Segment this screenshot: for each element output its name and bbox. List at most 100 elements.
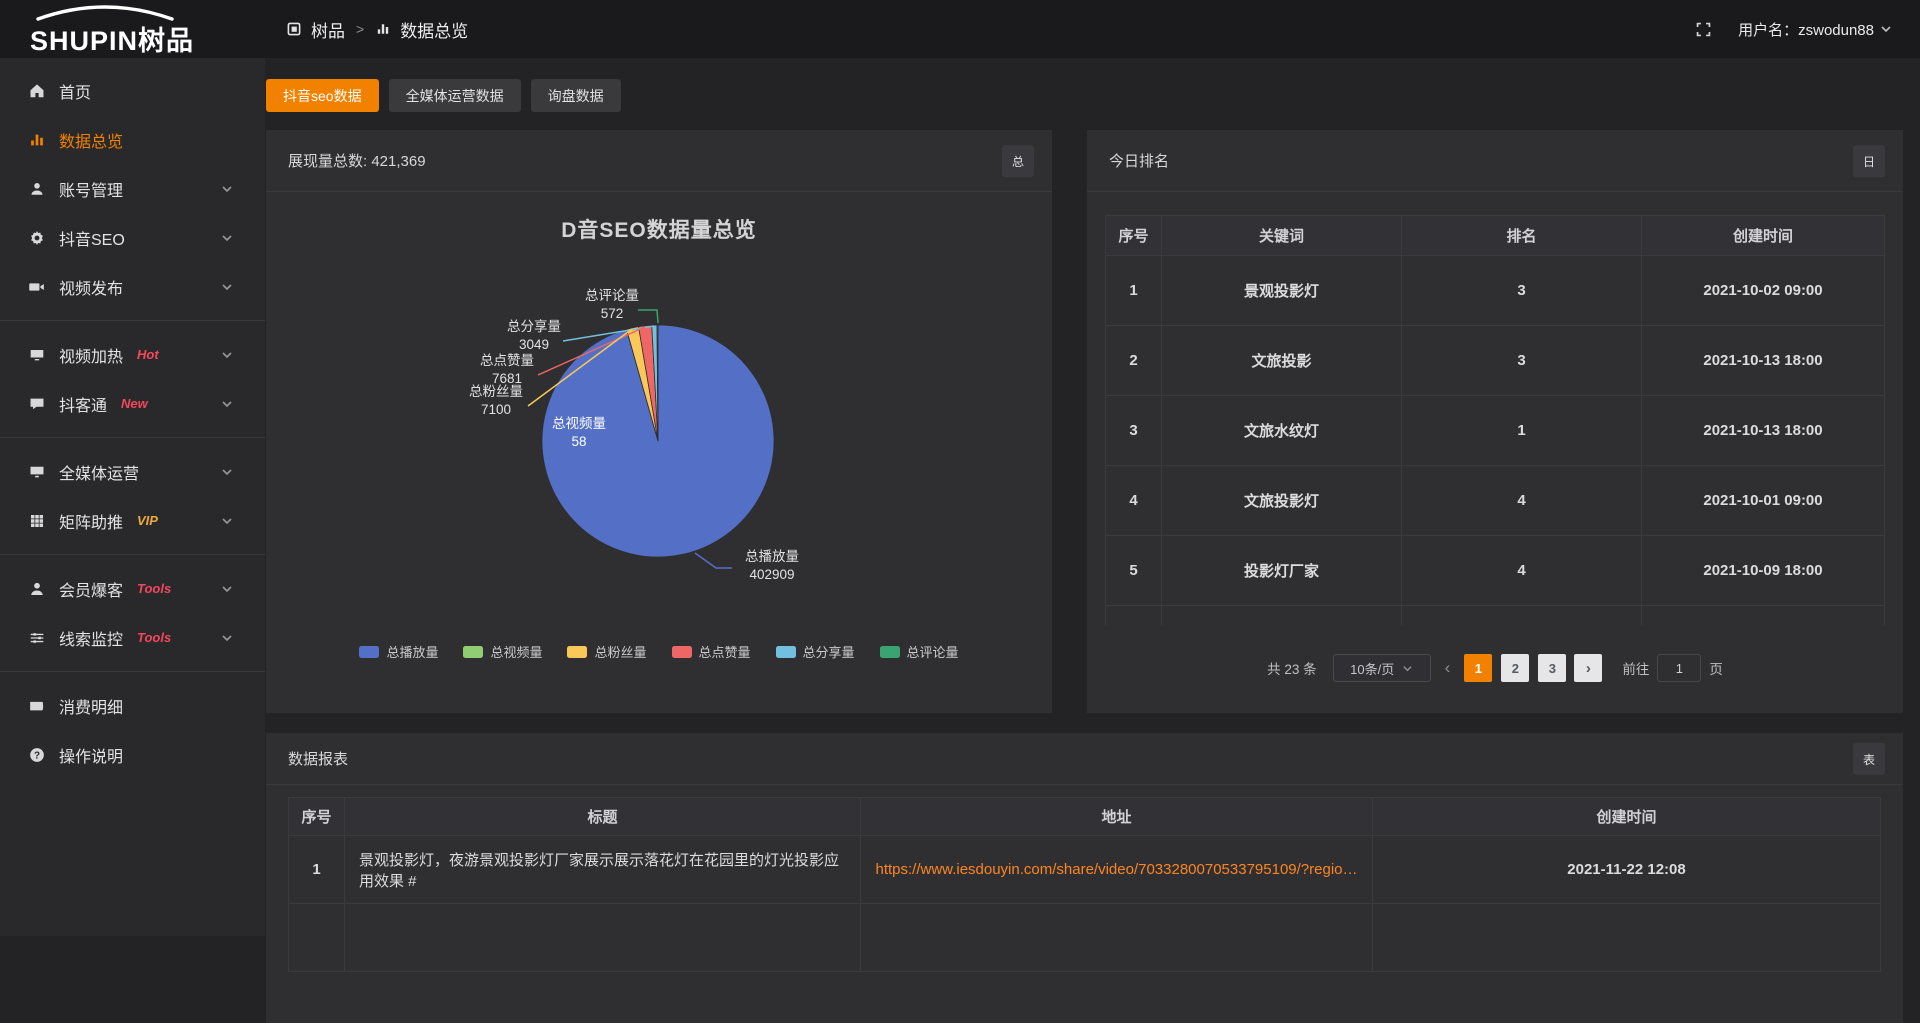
page-button-2[interactable]: 2 [1501, 654, 1529, 682]
sidebar-item-wallet[interactable]: 消费明细 [0, 681, 265, 730]
data-source-tabs: 抖音seo数据全媒体运营数据询盘数据 [266, 79, 621, 112]
sidebar-item-help[interactable]: ?操作说明 [0, 730, 265, 779]
table-cell: 投影灯厂家 [1162, 536, 1402, 606]
ranking-panel-title: 今日排名 [1109, 150, 1169, 171]
pagination: 共 23 条 10条/页 ‹ 123 › 前往 页 [1087, 654, 1903, 682]
legend-item[interactable]: 总评论量 [880, 642, 959, 661]
chevron-down-icon [1402, 663, 1413, 674]
legend-label: 总分享量 [803, 642, 855, 661]
legend-item[interactable]: 总视频量 [463, 642, 542, 661]
video-link[interactable]: https://www.iesdouyin.com/share/video/70… [873, 861, 1360, 878]
sidebar-item-user[interactable]: 账号管理 [0, 164, 265, 213]
legend-swatch [672, 646, 692, 658]
page-button-3[interactable]: 3 [1538, 654, 1566, 682]
sidebar-item-label: 会员爆客 [59, 577, 123, 601]
tab-inactive[interactable]: 询盘数据 [531, 79, 621, 112]
sidebar-item-monitor[interactable]: 全媒体运营 [0, 447, 265, 496]
sidebar-badge: Hot [137, 347, 159, 362]
chevron-down-icon [221, 232, 233, 244]
table-cell: 3 [1402, 326, 1642, 396]
table-cell: 2 [1106, 326, 1162, 396]
sidebar-item-home[interactable]: 首页 [0, 66, 265, 115]
monitor-icon [28, 463, 46, 481]
bar-chart-icon [375, 21, 391, 37]
sidebar-item-sliders[interactable]: 线索监控Tools [0, 613, 265, 662]
table-cell: 2021-10-09 18:00 [1642, 536, 1885, 606]
sidebar-divider [0, 554, 265, 555]
sidebar-badge: Tools [137, 630, 171, 645]
sidebar: 首页数据总览账号管理抖音SEO视频发布视频加热Hot抖客通New 全媒体运营矩阵助… [0, 58, 265, 936]
chevron-down-icon [221, 281, 233, 293]
legend-swatch [880, 646, 900, 658]
member-icon [28, 580, 46, 598]
ranking-panel: 今日排名 日 序号关键词排名创建时间 1景观投影灯32021-10-02 09:… [1087, 130, 1903, 713]
grid-icon [28, 512, 46, 530]
sidebar-item-display[interactable]: 视频加热Hot [0, 330, 265, 379]
legend-item[interactable]: 总分享量 [776, 642, 855, 661]
table-cell: 景观投影灯 [1162, 256, 1402, 326]
tab-active[interactable]: 抖音seo数据 [266, 79, 379, 112]
report-panel: 数据报表 表 序号标题地址创建时间 1景观投影灯，夜游景观投影灯厂家展示展示落花… [266, 733, 1903, 1023]
legend-item[interactable]: 总粉丝量 [567, 642, 646, 661]
breadcrumb-root[interactable]: 树品 [311, 17, 345, 42]
overview-panel: 展现量总数: 421,369 总 D音SEO数据量总览 总评论量572 总分享量… [266, 130, 1052, 713]
sidebar-item-gear[interactable]: 抖音SEO [0, 213, 265, 262]
chevron-down-icon [221, 398, 233, 410]
table-cell: 2021-10-13 18:00 [1642, 326, 1885, 396]
legend-swatch [359, 646, 379, 658]
sidebar-badge: New [121, 396, 148, 411]
app-square-icon [286, 21, 302, 37]
report-url-cell: https://www.iesdouyin.com/share/video/70… [861, 836, 1373, 904]
pie-chart: D音SEO数据量总览 总评论量572 总分享量3049 总点赞量7681 总粉丝… [266, 192, 1052, 713]
sidebar-item-member[interactable]: 会员爆客Tools [0, 564, 265, 613]
report-table: 序号标题地址创建时间 1景观投影灯，夜游景观投影灯厂家展示展示落花灯在花园里的灯… [288, 797, 1881, 972]
page-button-1[interactable]: 1 [1464, 654, 1492, 682]
overview-panel-title: 展现量总数: 421,369 [288, 150, 426, 171]
sidebar-item-chart[interactable]: 数据总览 [0, 115, 265, 164]
ranking-day-button[interactable]: 日 [1853, 145, 1885, 177]
legend-item[interactable]: 总点赞量 [672, 642, 751, 661]
home-icon [28, 82, 46, 100]
table-cell [1402, 606, 1642, 626]
table-cell: 4 [1402, 466, 1642, 536]
tab-inactive[interactable]: 全媒体运营数据 [389, 79, 521, 112]
legend-item[interactable]: 总播放量 [359, 642, 438, 661]
table-row-partial [289, 904, 1881, 972]
table-cell: 3 [1402, 256, 1642, 326]
table-row: 4文旅投影灯42021-10-01 09:00 [1106, 466, 1885, 536]
table-cell [289, 904, 345, 972]
pie-chart-svg[interactable] [266, 192, 1052, 713]
breadcrumb-current[interactable]: 数据总览 [400, 17, 468, 42]
table-cell: 1 [1106, 256, 1162, 326]
legend-label: 总视频量 [490, 642, 542, 661]
report-table-button[interactable]: 表 [1853, 743, 1885, 775]
table-row-partial [1106, 606, 1885, 626]
ranking-table: 序号关键词排名创建时间 1景观投影灯32021-10-02 09:002文旅投影… [1105, 215, 1885, 625]
chevron-down-icon [221, 183, 233, 195]
next-page-button[interactable]: › [1574, 654, 1602, 682]
table-row: 1景观投影灯，夜游景观投影灯厂家展示展示落花灯在花园里的灯光投影应用效果 #ht… [289, 836, 1881, 904]
user-label: 用户名：zswodun88 [1738, 19, 1874, 40]
overview-total-button[interactable]: 总 [1002, 145, 1034, 177]
sidebar-item-chat[interactable]: 抖客通New [0, 379, 265, 428]
report-panel-title: 数据报表 [288, 748, 348, 769]
legend-label: 总播放量 [386, 642, 438, 661]
column-header: 地址 [861, 798, 1373, 836]
chevron-down-icon [221, 632, 233, 644]
table-cell: 2021-10-02 09:00 [1642, 256, 1885, 326]
column-header: 创建时间 [1373, 798, 1881, 836]
legend-swatch [463, 646, 483, 658]
chevron-down-icon [221, 466, 233, 478]
goto-page-input[interactable] [1657, 654, 1701, 682]
fullscreen-icon[interactable] [1695, 21, 1712, 38]
user-menu[interactable]: 用户名：zswodun88 [1738, 19, 1892, 40]
logo-text: SHUPIN树品 [30, 19, 194, 58]
prev-page-button[interactable]: ‹ [1445, 658, 1451, 678]
table-cell: 文旅水纹灯 [1162, 396, 1402, 466]
page-size-select[interactable]: 10条/页 [1333, 654, 1431, 682]
sidebar-divider [0, 320, 265, 321]
sidebar-item-grid[interactable]: 矩阵助推VIP [0, 496, 265, 545]
sidebar-item-videocam[interactable]: 视频发布 [0, 262, 265, 311]
table-cell [1106, 606, 1162, 626]
svg-text:?: ? [34, 750, 40, 761]
